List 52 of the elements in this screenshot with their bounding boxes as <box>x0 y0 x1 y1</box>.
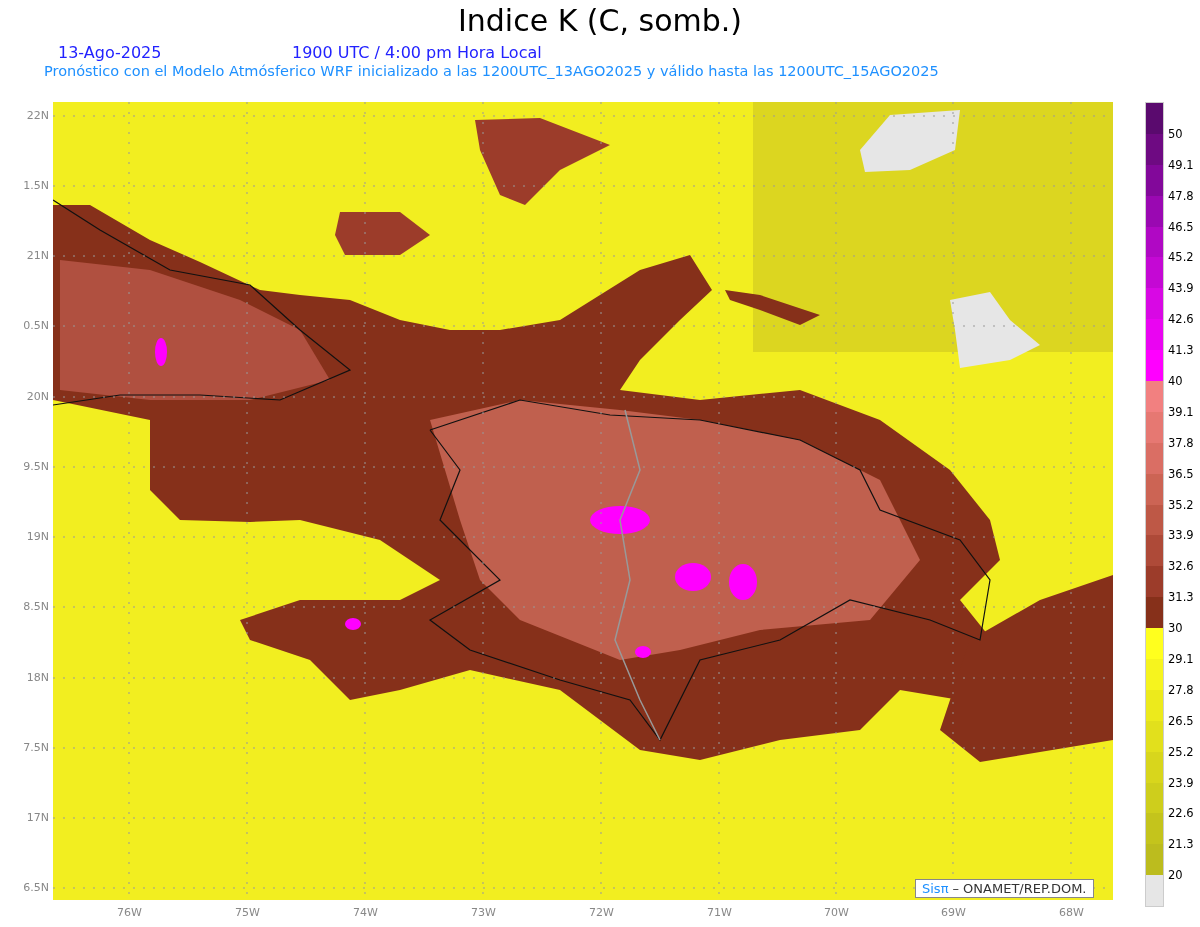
longitude-label: 76W <box>117 906 142 919</box>
latitude-label: 1.5N <box>23 179 49 192</box>
legend-label: 30 <box>1168 621 1183 636</box>
legend-label: 39.1 <box>1168 404 1194 419</box>
legend-label: 22.6 <box>1168 806 1194 821</box>
latitude-label: 17N <box>26 811 49 824</box>
latitude-label: 0.5N <box>23 319 49 332</box>
legend-label: 21.3 <box>1168 837 1194 852</box>
latitude-label: 20N <box>26 390 49 403</box>
time-text: 1900 UTC / 4:00 pm Hora Local <box>292 43 542 63</box>
latitude-label: 8.5N <box>23 600 49 613</box>
longitude-label: 71W <box>707 906 732 919</box>
legend-label: 20 <box>1168 868 1183 883</box>
date-text: 13-Ago-2025 <box>58 43 163 63</box>
latitude-label: 6.5N <box>23 881 49 894</box>
legend-label: 25.2 <box>1168 744 1194 759</box>
chart-title: Indice K (C, somb.) <box>456 2 744 40</box>
longitude-label: 74W <box>353 906 378 919</box>
legend-label: 31.3 <box>1168 590 1194 605</box>
longitude-label: 69W <box>941 906 966 919</box>
legend-label: 36.5 <box>1168 466 1194 481</box>
legend-label: 50 <box>1168 126 1183 141</box>
latitude-label: 21N <box>26 249 49 262</box>
subtitle-text: Pronóstico con el Modelo Atmósferico WRF inicializado a las 1200UTC_13AGO2025 y válido hasta las 1200UTC_15AGO2025 <box>44 63 940 79</box>
legend-label: 42.6 <box>1168 312 1194 327</box>
legend-label: 49.1 <box>1168 157 1194 172</box>
legend-label: 27.8 <box>1168 682 1194 697</box>
longitude-label: 72W <box>589 906 614 919</box>
legend-label: 37.8 <box>1168 435 1194 450</box>
legend-label: 45.2 <box>1168 250 1194 265</box>
longitude-label: 73W <box>471 906 496 919</box>
legend-label: 47.8 <box>1168 188 1194 203</box>
legend-label: 32.6 <box>1168 559 1194 574</box>
latitude-label: 19N <box>26 530 49 543</box>
longitude-label: 68W <box>1059 906 1084 919</box>
longitude-label: 75W <box>235 906 260 919</box>
legend-label: 35.2 <box>1168 497 1194 512</box>
latitude-label: 7.5N <box>23 741 49 754</box>
credit-text: – ONAMET/REP.DOM. <box>952 881 1087 896</box>
longitude-label: 70W <box>824 906 849 919</box>
legend-label: 29.1 <box>1168 652 1194 667</box>
legend-label: 23.9 <box>1168 775 1194 790</box>
latitude-label: 9.5N <box>23 460 49 473</box>
legend-label: 41.3 <box>1168 343 1194 358</box>
legend-label: 43.9 <box>1168 281 1194 296</box>
legend-label: 26.5 <box>1168 713 1194 728</box>
legend-label: 33.9 <box>1168 528 1194 543</box>
brand-text: Sisπ <box>922 881 949 896</box>
legend-label: 40 <box>1168 374 1183 388</box>
legend-label: 46.5 <box>1168 219 1194 234</box>
latitude-label: 22N <box>26 109 49 122</box>
latitude-label: 18N <box>26 671 49 684</box>
